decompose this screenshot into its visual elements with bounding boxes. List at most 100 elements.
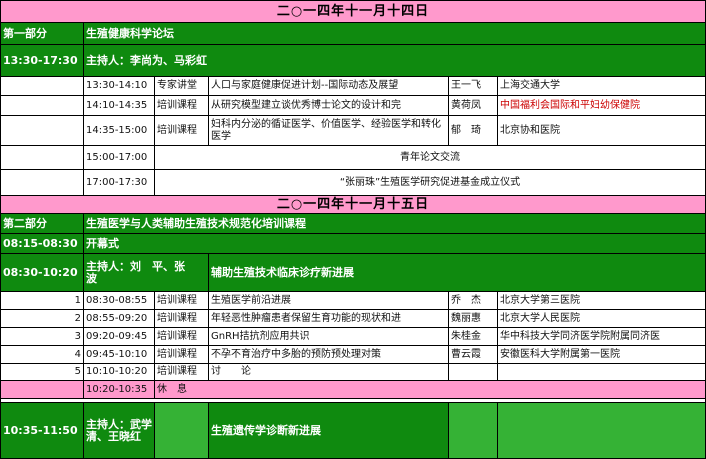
day1-row1-topic-cell[interactable]: 人口与家庭健康促进计划--国际动态及展望: [209, 77, 449, 96]
day1-row1-time-cell[interactable]: 13:30-14:10: [84, 77, 155, 96]
s1-row3-speaker-cell[interactable]: 朱桂金: [449, 328, 498, 346]
day1-part-label-cell[interactable]: 第一部分: [0, 23, 84, 45]
day1-row3-org-cell[interactable]: 北京协和医院: [498, 116, 706, 146]
day1-row1-org-cell[interactable]: 上海交通大学: [498, 77, 706, 96]
topic: GnRH拮抗剂应用共识: [211, 330, 310, 342]
speaker: 王一飞: [451, 80, 481, 91]
s1-row1-speaker-cell[interactable]: 乔 杰: [449, 292, 498, 310]
time: 14:35-15:00: [86, 124, 148, 136]
s1-row2-type-cell[interactable]: 培训课程: [155, 310, 209, 328]
row-number: 3: [74, 330, 81, 342]
time: 15:00-17:00: [86, 151, 148, 163]
s1-row1-time-cell[interactable]: 08:30-08:55: [84, 292, 155, 310]
session-type: 培训课程: [157, 124, 197, 136]
organization: 安徽医科大学附属第一医院: [500, 348, 620, 360]
session2-blank-cell[interactable]: [155, 403, 209, 459]
day1-row2-blank[interactable]: [0, 96, 84, 116]
s1-row5-topic-cell[interactable]: 讨 论: [209, 364, 449, 381]
day1-row2-time-cell[interactable]: 14:10-14:35: [84, 96, 155, 116]
time: 08:30-10:20: [3, 265, 78, 279]
time: 10:20-10:35: [86, 383, 148, 395]
s1-row3-no-cell[interactable]: 3: [0, 328, 84, 346]
s1-row2-no-cell[interactable]: 2: [0, 310, 84, 328]
s1-row4-time-cell[interactable]: 09:45-10:10: [84, 346, 155, 364]
day1-event1-blank[interactable]: [0, 146, 84, 170]
s1-row5-speaker-cell[interactable]: [449, 364, 498, 381]
day2-opening-title-cell[interactable]: 开幕式: [84, 234, 706, 254]
break-blank[interactable]: [0, 381, 84, 399]
session1-title-cell[interactable]: 辅助生殖技术临床诊疗新进展: [209, 254, 706, 292]
time: 17:00-17:30: [86, 176, 148, 188]
day1-part-title: 生殖健康科学论坛: [86, 26, 174, 40]
s1-row5-time-cell[interactable]: 10:10-10:20: [84, 364, 155, 381]
break-time-cell[interactable]: 10:20-10:35: [84, 381, 155, 399]
s1-row1-type-cell[interactable]: 培训课程: [155, 292, 209, 310]
day1-session-time: 13:30-17:30: [3, 53, 78, 67]
session-type: 培训课程: [157, 294, 197, 306]
day1-host-cell[interactable]: 主持人：李尚为、马彩虹: [84, 45, 706, 77]
s1-row1-topic-cell[interactable]: 生殖医学前沿进展: [209, 292, 449, 310]
day1-host: 主持人：李尚为、马彩虹: [86, 53, 207, 67]
day1-session-time-cell[interactable]: 13:30-17:30: [0, 45, 84, 77]
day1-row3-time-cell[interactable]: 14:35-15:00: [84, 116, 155, 146]
time: 08:55-09:20: [86, 312, 148, 324]
day2-date: 二○一四年十一月十五日: [276, 196, 430, 212]
day1-event2-blank[interactable]: [0, 170, 84, 196]
s1-row5-no-cell[interactable]: 5: [0, 364, 84, 381]
day1-event2-title-cell[interactable]: “张丽珠”生殖医学研究促进基金成立仪式: [155, 170, 706, 196]
speaker: 魏丽惠: [451, 312, 481, 324]
day1-event2-time-cell[interactable]: 17:00-17:30: [84, 170, 155, 196]
day1-row1-blank[interactable]: [0, 77, 84, 96]
time: 09:20-09:45: [86, 330, 148, 342]
day1-row3-topic-cell[interactable]: 妇科内分泌的循证医学、价值医学、经验医学和转化医学: [209, 116, 449, 146]
s1-row1-no-cell[interactable]: 1: [0, 292, 84, 310]
day1-row3-speaker-cell[interactable]: 郁 琦: [449, 116, 498, 146]
day1-event1-time-cell[interactable]: 15:00-17:00: [84, 146, 155, 170]
s1-row1-org-cell[interactable]: 北京大学第三医院: [498, 292, 706, 310]
session1-time-cell[interactable]: 08:30-10:20: [0, 254, 84, 292]
s1-row3-type-cell[interactable]: 培训课程: [155, 328, 209, 346]
day2-opening-time-cell[interactable]: 08:15-08:30: [0, 234, 84, 254]
s1-row2-speaker-cell[interactable]: 魏丽惠: [449, 310, 498, 328]
speaker: 黄荷凤: [451, 99, 481, 111]
organization: 北京协和医院: [500, 124, 560, 136]
s1-row5-type-cell[interactable]: 培训课程: [155, 364, 209, 381]
break-title-cell[interactable]: 休 息: [155, 381, 706, 399]
s1-row2-org-cell[interactable]: 北京大学人民医院: [498, 310, 706, 328]
session1-host-cell[interactable]: 主持人：刘 平、张 波: [84, 254, 209, 292]
day1-row1-type-cell[interactable]: 专家讲堂: [155, 77, 209, 96]
day1-row2-topic-cell[interactable]: 从研究模型建立谈优秀博士论文的设计和完: [209, 96, 449, 116]
session2-title-cell[interactable]: 生殖遗传学诊断新进展: [209, 403, 449, 459]
session2-speaker-blank[interactable]: [449, 403, 498, 459]
speaker: 乔 杰: [451, 294, 481, 306]
session2-org-blank[interactable]: [498, 403, 706, 459]
day1-row1-speaker-cell[interactable]: 王一飞: [449, 77, 498, 96]
topic: 从研究模型建立谈优秀博士论文的设计和完: [211, 99, 401, 111]
topic: 生殖医学前沿进展: [211, 294, 291, 306]
row-number: 5: [74, 366, 81, 377]
s1-row4-no-cell[interactable]: 4: [0, 346, 84, 364]
day1-event1-title-cell[interactable]: 青年论文交流: [155, 146, 706, 170]
session2-host-cell[interactable]: 主持人：武学清、王晓红: [84, 403, 155, 459]
day1-row2-type-cell[interactable]: 培训课程: [155, 96, 209, 116]
day2-part-label-cell[interactable]: 第二部分: [0, 214, 84, 234]
day1-row2-org-cell[interactable]: 中国福利会国际和平妇幼保健院: [498, 96, 706, 116]
s1-row4-type-cell[interactable]: 培训课程: [155, 346, 209, 364]
s1-row3-org-cell[interactable]: 华中科技大学同济医学院附属同济医: [498, 328, 706, 346]
day1-row3-blank[interactable]: [0, 116, 84, 146]
s1-row2-time-cell[interactable]: 08:55-09:20: [84, 310, 155, 328]
s1-row4-org-cell[interactable]: 安徽医科大学附属第一医院: [498, 346, 706, 364]
day1-row3-type-cell[interactable]: 培训课程: [155, 116, 209, 146]
s1-row2-topic-cell[interactable]: 年轻恶性肿瘤患者保留生育功能的现状和进: [209, 310, 449, 328]
s1-row5-org-cell[interactable]: [498, 364, 706, 381]
day2-part-title-cell[interactable]: 生殖医学与人类辅助生殖技术规范化培训课程: [84, 214, 706, 234]
session2-time-cell[interactable]: 10:35-11:50: [0, 403, 84, 459]
s1-row3-topic-cell[interactable]: GnRH拮抗剂应用共识: [209, 328, 449, 346]
session2-host: 主持人：武学清、王晓红: [86, 417, 152, 443]
s1-row3-time-cell[interactable]: 09:20-09:45: [84, 328, 155, 346]
s1-row4-topic-cell[interactable]: 不孕不育治疗中多胎的预防预处理对策: [209, 346, 449, 364]
day1-row2-speaker-cell[interactable]: 黄荷凤: [449, 96, 498, 116]
s1-row4-speaker-cell[interactable]: 曹云霞: [449, 346, 498, 364]
day1-part-title-cell[interactable]: 生殖健康科学论坛: [84, 23, 706, 45]
row-number: 1: [74, 294, 81, 306]
